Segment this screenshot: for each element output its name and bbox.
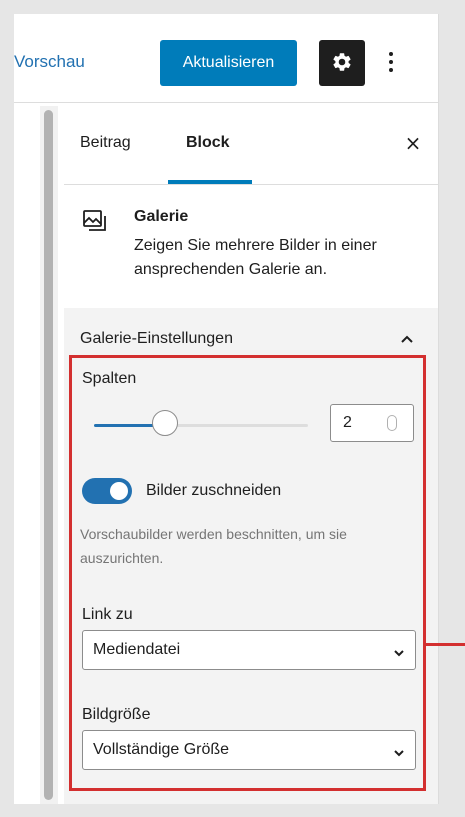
crop-images-help: Vorschaubilder werden beschnitten, um si… xyxy=(80,526,347,566)
columns-number-input[interactable]: 2 xyxy=(330,404,414,442)
block-description: Zeigen Sie mehrere Bilder in einer anspr… xyxy=(134,237,377,278)
link-to-value: Mediendatei xyxy=(93,641,181,658)
more-options-button[interactable] xyxy=(380,40,402,86)
tab-beitrag[interactable]: Beitrag xyxy=(80,102,131,184)
tab-block[interactable]: Block xyxy=(186,102,230,184)
block-title: Galerie xyxy=(134,208,189,225)
link-to-select[interactable]: Mediendatei xyxy=(82,630,416,670)
sidebar-tabs: Beitrag Block × xyxy=(64,102,438,185)
editor-toolbar: Vorschau Aktualisieren xyxy=(14,14,438,103)
settings-button[interactable] xyxy=(319,40,365,86)
columns-label: Spalten xyxy=(82,370,137,387)
collapse-panel-button[interactable] xyxy=(394,326,420,352)
update-button[interactable]: Aktualisieren xyxy=(160,40,297,86)
columns-value: 2 xyxy=(343,414,352,431)
scrollbar-thumb[interactable] xyxy=(44,110,53,800)
toggle-knob xyxy=(110,482,128,500)
block-card: Galerie Zeigen Sie mehrere Bilder in ein… xyxy=(64,184,438,309)
gallery-settings-panel-header[interactable]: Galerie-Einstellungen xyxy=(64,308,438,370)
crop-images-toggle[interactable] xyxy=(82,478,132,504)
image-size-label: Bildgröße xyxy=(82,706,151,723)
close-sidebar-button[interactable]: × xyxy=(400,130,426,156)
annotation-pointer-line xyxy=(426,643,465,646)
crop-images-label: Bilder zuschneiden xyxy=(146,482,282,499)
chevron-down-icon xyxy=(393,745,405,757)
link-to-label: Link zu xyxy=(82,606,133,623)
columns-slider-track[interactable] xyxy=(166,424,308,427)
preview-button[interactable]: Vorschau xyxy=(14,52,85,72)
gear-icon xyxy=(331,51,353,76)
gallery-icon xyxy=(82,208,108,234)
chevron-up-icon xyxy=(394,335,420,355)
panel-title: Galerie-Einstellungen xyxy=(80,330,233,347)
image-size-select[interactable]: Vollständige Größe xyxy=(82,730,416,770)
vertical-ellipsis-icon xyxy=(388,51,394,76)
columns-slider-handle[interactable] xyxy=(152,410,178,436)
spinner-arrows-icon[interactable] xyxy=(387,415,397,431)
image-size-value: Vollständige Größe xyxy=(93,741,230,758)
chevron-down-icon xyxy=(393,645,405,657)
